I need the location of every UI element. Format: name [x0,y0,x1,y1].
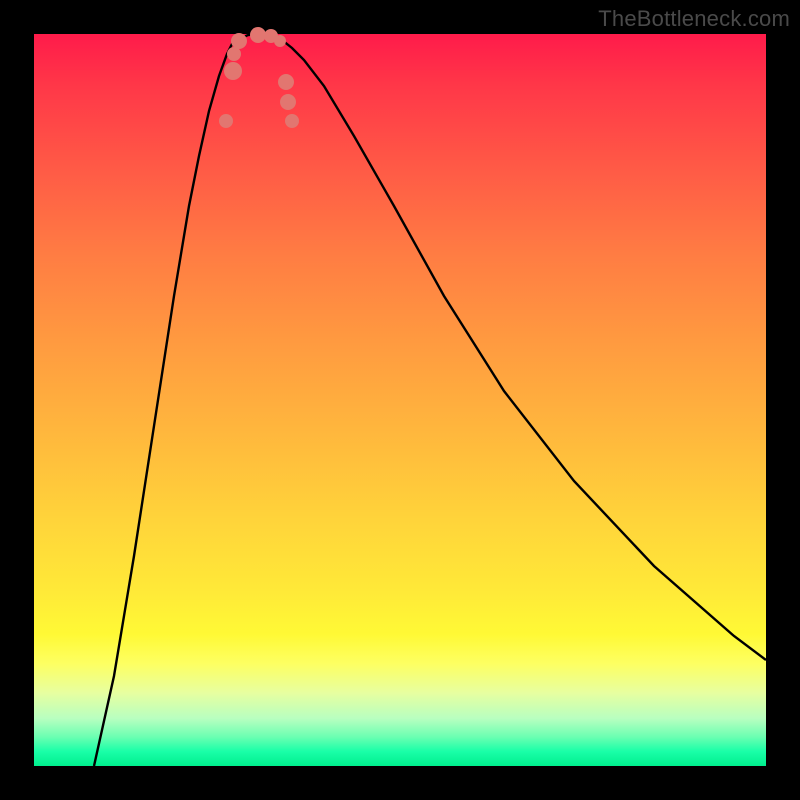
bottleneck-curve [94,34,766,766]
data-marker [219,114,233,128]
data-markers [219,27,299,128]
data-marker [227,47,241,61]
data-marker [250,27,266,43]
data-marker [224,62,242,80]
data-marker [274,35,286,47]
bottleneck-line-chart [34,34,766,766]
data-marker [280,94,296,110]
chart-frame: TheBottleneck.com [0,0,800,800]
attribution-watermark: TheBottleneck.com [598,6,790,32]
data-marker [285,114,299,128]
plot-area [34,34,766,766]
data-marker [231,33,247,49]
data-marker [278,74,294,90]
